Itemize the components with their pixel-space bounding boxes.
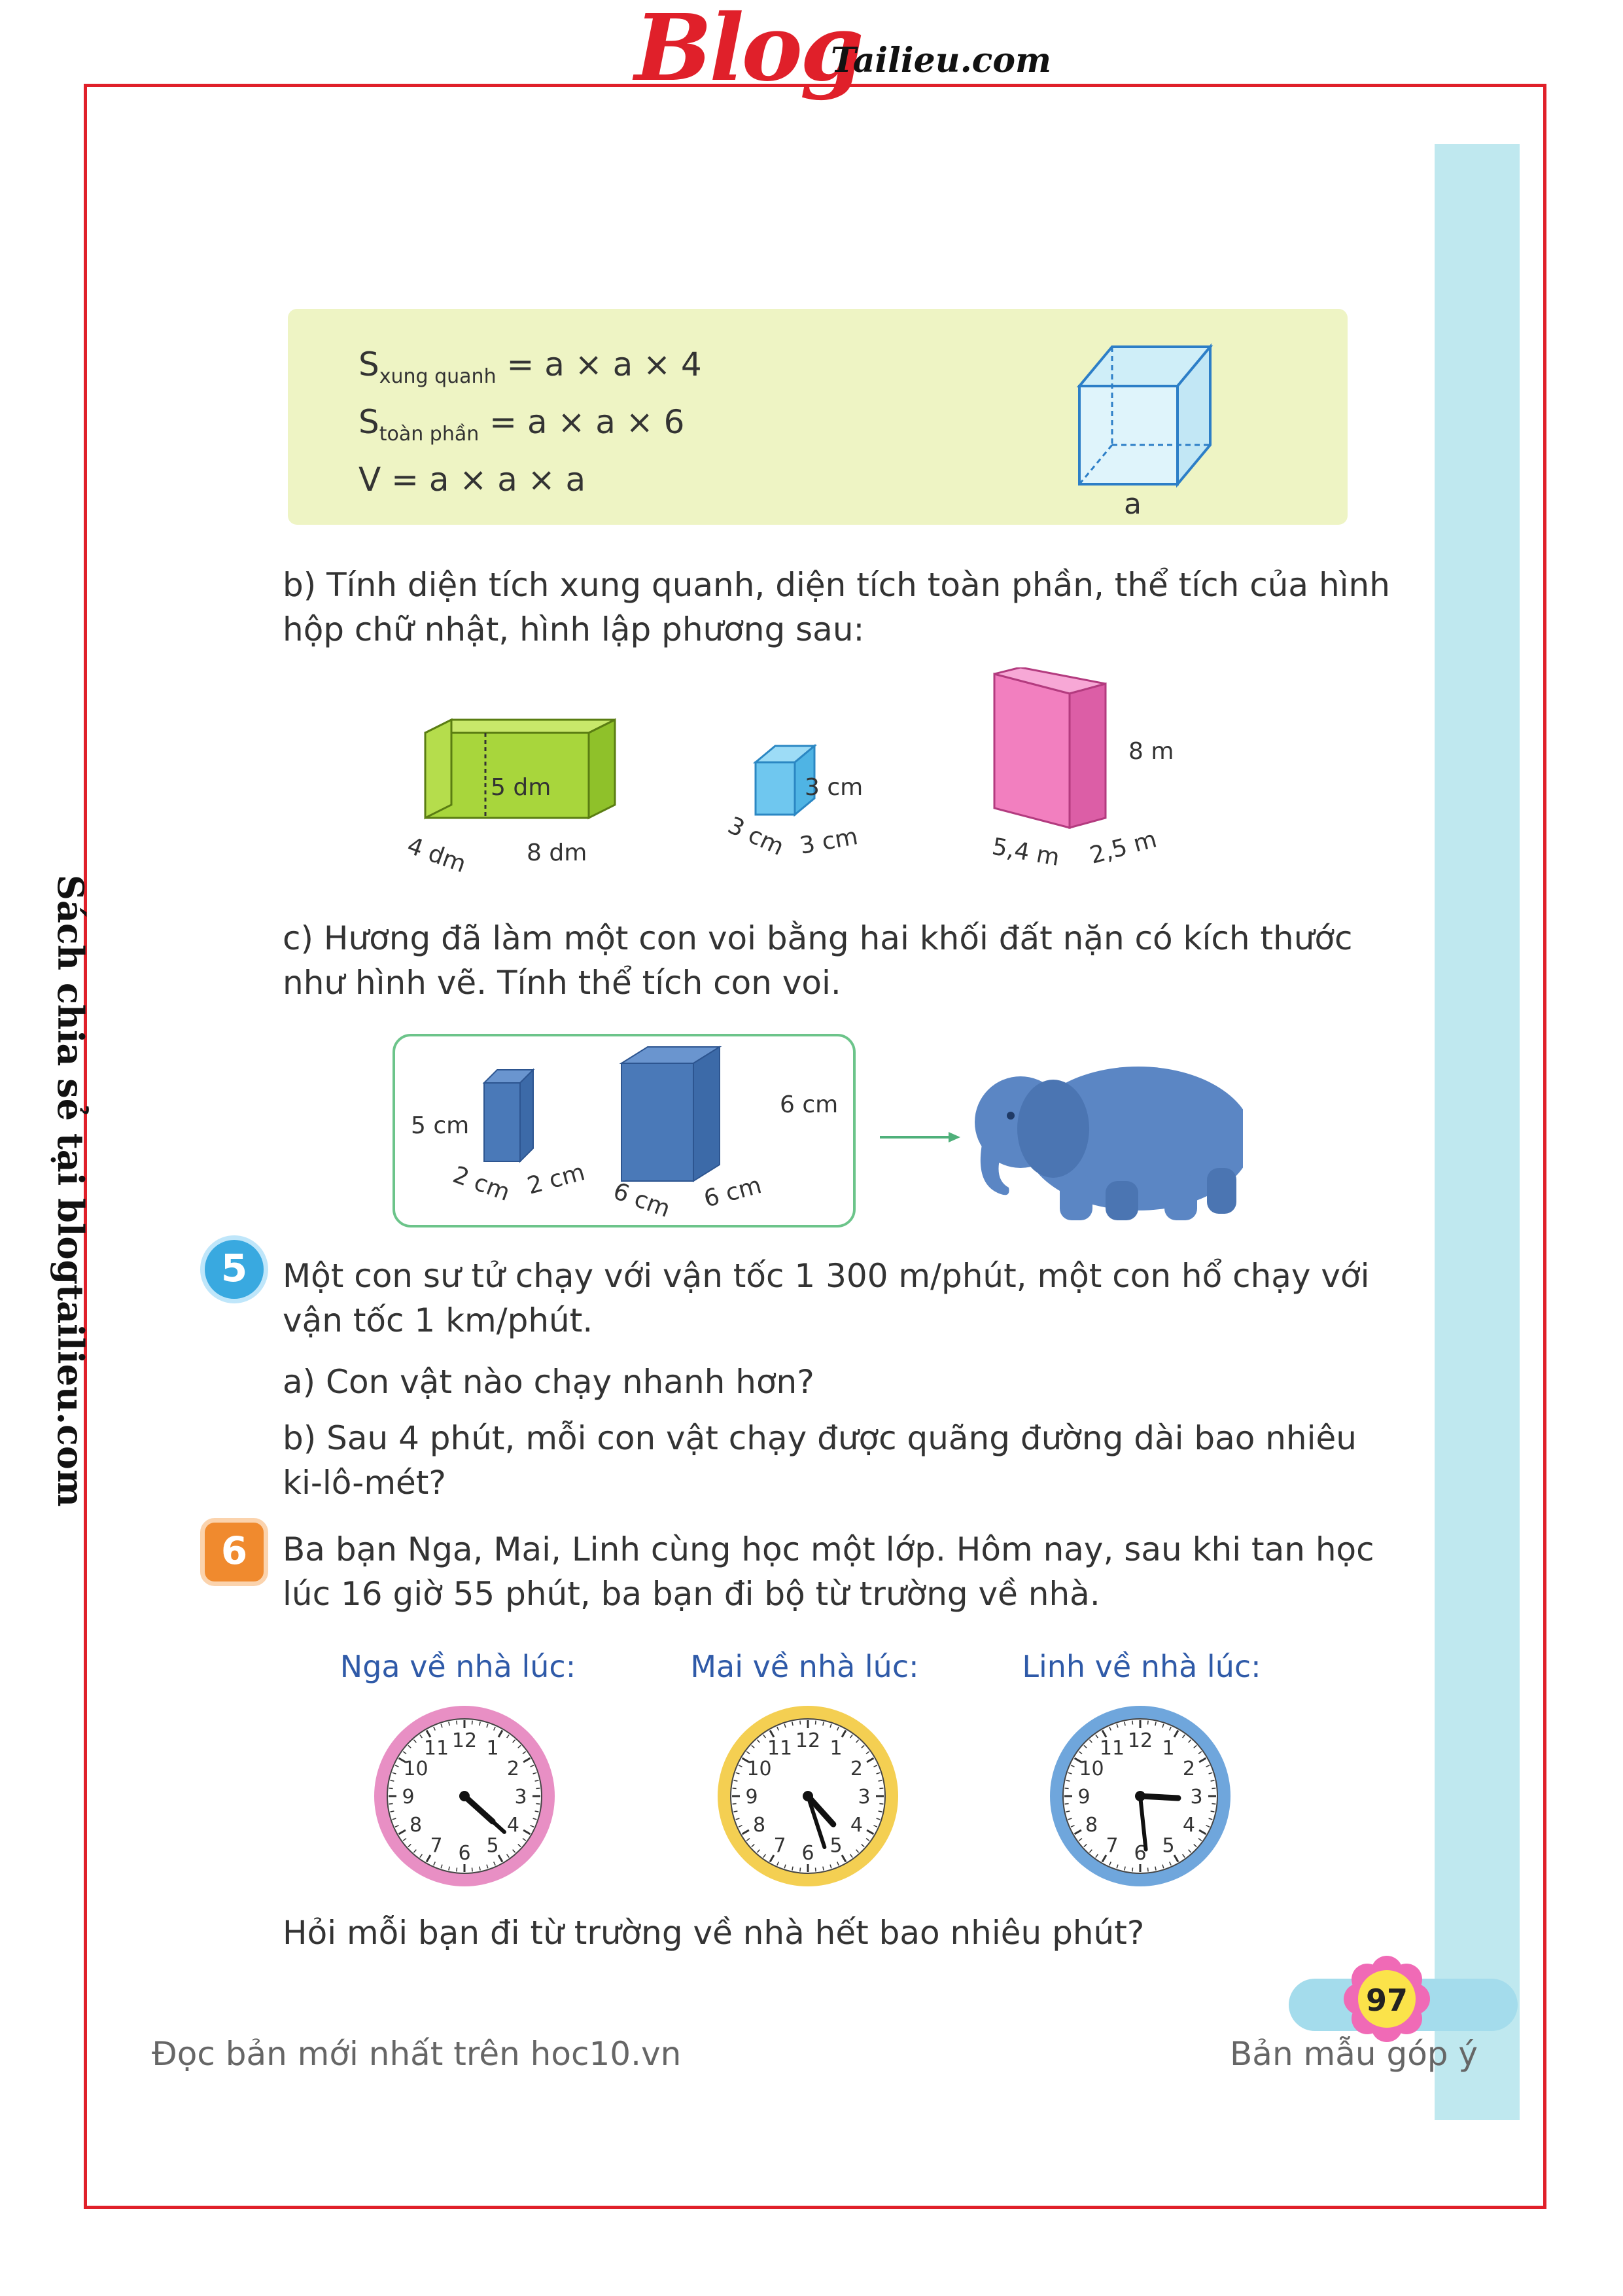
clock-number: 1 <box>486 1737 498 1760</box>
hour-hand <box>1137 1793 1181 1801</box>
box1-depth-label: 4 dm <box>404 832 470 877</box>
clock-number: 1 <box>829 1737 842 1760</box>
clock-number: 7 <box>430 1834 442 1857</box>
clock-number: 3 <box>858 1786 870 1809</box>
clock-number: 5 <box>1162 1834 1174 1857</box>
clock-nga: 12 12 3 45678 9 1011 <box>374 1706 555 1886</box>
logo-sub: Tailieu.com <box>831 41 1052 80</box>
block2-w2-label: 6 cm <box>701 1172 765 1213</box>
blog-logo: Blog Tailieu.com <box>635 0 1051 102</box>
elephant-illustration <box>975 1067 1243 1220</box>
box3-height-label: 8 m <box>1128 738 1174 765</box>
block2-w1-label: 6 cm <box>610 1178 674 1223</box>
formula-volume: V = a × a × a <box>358 461 586 499</box>
cube-diagram: a <box>1076 343 1213 521</box>
clock-number: 5 <box>486 1834 498 1857</box>
box2-length-label: 3 cm <box>797 823 860 860</box>
clock-title-linh: Linh về nhà lúc: <box>1022 1649 1261 1684</box>
q5-part-b: b) Sau 4 phút, mỗi con vật chạy được quã… <box>283 1419 1357 1502</box>
cube-edge-label: a <box>1124 487 1142 521</box>
clock-number: 8 <box>410 1814 422 1837</box>
side-watermark-text: Sách chia sẻ tại blogtailieu.com <box>50 874 92 1508</box>
q6-text: Ba bạn Nga, Mai, Linh cùng học một lớp. … <box>283 1530 1374 1613</box>
clock-number: 3 <box>514 1786 527 1809</box>
clock-number: 12 <box>452 1729 477 1752</box>
clock-number: 6 <box>458 1842 470 1865</box>
q5-number-badge: 5 <box>200 1235 268 1303</box>
formula-lateral-area: Sxung quanh = a × a × 4 <box>358 345 702 388</box>
block2-height-label: 6 cm <box>780 1091 838 1118</box>
footer-left-text: Đọc bản mới nhất trên hoc10.vn <box>152 2035 682 2073</box>
clock-number: 11 <box>767 1737 792 1760</box>
clock-number: 8 <box>753 1814 765 1837</box>
clock-number: 9 <box>1077 1786 1090 1809</box>
part-b-figures: 5 dm 4 dm 8 dm 3 cm 3 cm 3 cm 8 m 5,4 m … <box>404 667 1174 877</box>
clock-number: 12 <box>795 1729 820 1752</box>
clock-number: 4 <box>1183 1814 1195 1837</box>
clock-number: 7 <box>773 1834 786 1857</box>
clock-mai: 12 12 3 45678 9 1011 <box>718 1706 898 1886</box>
clock-number: 4 <box>850 1814 863 1837</box>
box2-depth-label: 3 cm <box>724 812 788 861</box>
q5-part-a: a) Con vật nào chạy nhanh hơn? <box>283 1363 814 1401</box>
clock-number: 10 <box>403 1757 428 1780</box>
clock-number: 2 <box>507 1757 519 1780</box>
clock-number: 3 <box>1190 1786 1202 1809</box>
box2-height-label: 3 cm <box>805 774 863 801</box>
box1-height-label: 5 dm <box>491 774 551 801</box>
clock-title-nga: Nga về nhà lúc: <box>340 1649 576 1684</box>
clock-number: 2 <box>1183 1757 1195 1780</box>
part-b-text: b) Tính diện tích xung quanh, diện tích … <box>283 566 1390 648</box>
block1-w1-label: 2 cm <box>449 1161 514 1207</box>
q6-number-badge: 6 <box>200 1518 268 1586</box>
clock-number: 11 <box>1100 1737 1125 1760</box>
block1-w2-label: 2 cm <box>525 1159 588 1200</box>
clock-number: 5 <box>829 1834 842 1857</box>
clock-number: 7 <box>1106 1834 1118 1857</box>
clock-number: 4 <box>507 1814 519 1837</box>
clock-number: 1 <box>1162 1737 1174 1760</box>
q5-text: Một con sư tử chạy với vận tốc 1 300 m/p… <box>283 1257 1370 1339</box>
block1-height-label: 5 cm <box>411 1112 469 1139</box>
part-c-figures: 5 cm 2 cm 2 cm 6 cm 6 cm 6 cm <box>411 1046 1243 1223</box>
side-strip <box>1435 144 1520 2120</box>
clock-number: 10 <box>746 1757 771 1780</box>
clock-number: 9 <box>402 1786 414 1809</box>
clock-number: 9 <box>745 1786 758 1809</box>
clock-number: 2 <box>850 1757 863 1780</box>
box3-length-label: 2,5 m <box>1087 826 1160 869</box>
q6-question: Hỏi mỗi bạn đi từ trường về nhà hết bao … <box>283 1914 1145 1952</box>
clock-number: 12 <box>1128 1729 1153 1752</box>
part-c-text: c) Hương đã làm một con voi bằng hai khố… <box>283 919 1353 1002</box>
page-number: 97 <box>1365 1983 1408 2018</box>
clock-number: 11 <box>424 1737 449 1760</box>
box3-depth-label: 5,4 m <box>990 833 1061 871</box>
clock-number: 6 <box>801 1842 814 1865</box>
formula-total-area: Stoàn phần = a × a × 6 <box>358 403 685 446</box>
clock-number: 8 <box>1085 1814 1098 1837</box>
clock-linh: 12 1234567891011 <box>1050 1706 1230 1886</box>
clock-title-mai: Mai về nhà lúc: <box>690 1649 919 1684</box>
logo-main: Blog <box>635 0 864 102</box>
footer-right-text: Bản mẫu góp ý <box>1230 2035 1478 2073</box>
box1-length-label: 8 dm <box>527 839 587 866</box>
clock-number: 10 <box>1079 1757 1104 1780</box>
